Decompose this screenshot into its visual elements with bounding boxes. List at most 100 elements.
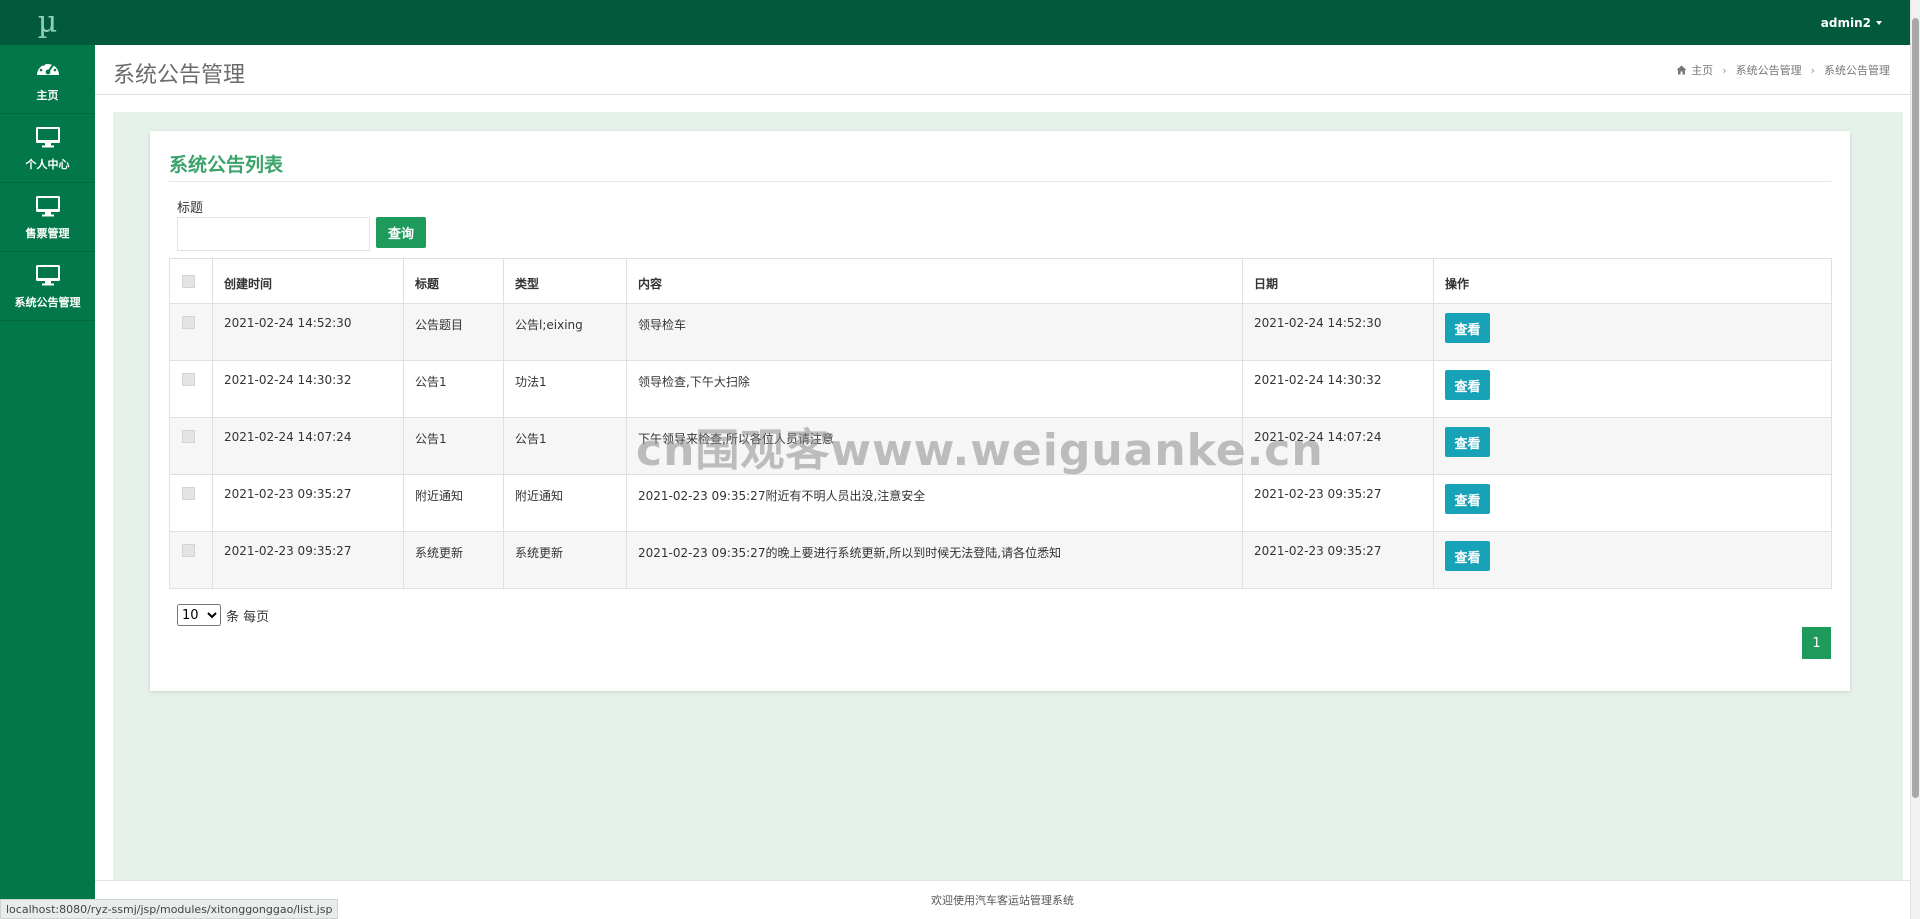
row-select-cell (169, 360, 213, 418)
page-title: 系统公告管理 (113, 63, 246, 88)
select-all-checkbox[interactable] (182, 275, 195, 288)
column-header[interactable]: 日期 (1242, 258, 1434, 304)
view-button[interactable]: 查看 (1445, 484, 1490, 514)
cell-created-time: 2021-02-23 09:35:27 (212, 474, 404, 532)
username: admin2 (1820, 15, 1871, 30)
cell-actions: 查看 (1433, 360, 1832, 418)
cell-actions: 查看 (1433, 417, 1832, 475)
cell-type: 系统更新 (503, 531, 627, 589)
row-checkbox[interactable] (182, 316, 195, 329)
column-header[interactable]: 创建时间 (212, 258, 404, 304)
cell-actions: 查看 (1433, 531, 1832, 589)
breadcrumb-item-current: 系统公告管理 (1824, 64, 1890, 77)
sidebar-item-personal-center[interactable]: 个人中心 (0, 114, 95, 183)
view-button[interactable]: 查看 (1445, 370, 1490, 400)
cell-title: 公告1 (403, 417, 504, 475)
column-header[interactable]: 标题 (403, 258, 504, 304)
footer: 欢迎使用汽车客运站管理系统 (95, 880, 1910, 919)
cell-actions: 查看 (1433, 474, 1832, 532)
status-bar-url: localhost:8080/ryz-ssmj/jsp/modules/xito… (0, 899, 339, 919)
sidebar-item-label: 个人中心 (25, 158, 70, 171)
sidebar-item-announcement-management[interactable]: 系统公告管理 (0, 252, 95, 321)
cell-created-time: 2021-02-24 14:07:24 (212, 417, 404, 475)
page-scrollbar[interactable] (1910, 0, 1920, 919)
sidebar-item-home[interactable]: 主页 (0, 45, 95, 114)
cell-content: 2021-02-23 09:35:27的晚上要进行系统更新,所以到时候无法登陆,… (626, 531, 1243, 589)
table-row: 2021-02-23 09:35:27 附近通知 附近通知 2021-02-23… (169, 474, 1832, 532)
view-button[interactable]: 查看 (1445, 427, 1490, 457)
row-checkbox[interactable] (182, 487, 195, 500)
sidebar-item-ticket-management[interactable]: 售票管理 (0, 183, 95, 252)
announcement-list-card: 系统公告列表 标题 查询 创建时间 标题 类型 内容 日期 操作 2021-02… (150, 131, 1850, 691)
row-checkbox[interactable] (182, 373, 195, 386)
watermark-text: cn围观客www.weiguanke.cn (636, 425, 1324, 476)
chevron-right-icon: › (1722, 63, 1727, 77)
breadcrumb-item[interactable]: 系统公告管理 (1736, 62, 1802, 78)
cell-created-time: 2021-02-23 09:35:27 (212, 531, 404, 589)
title-search-input[interactable] (177, 217, 370, 251)
pagination-page-button[interactable]: 1 (1802, 627, 1831, 659)
breadcrumb-home-label: 主页 (1691, 64, 1714, 77)
cell-title: 公告题目 (403, 303, 504, 361)
monitor-icon (35, 262, 61, 288)
search-button[interactable]: 查询 (376, 217, 426, 248)
view-button[interactable]: 查看 (1445, 313, 1490, 343)
app-logo[interactable]: µ (0, 0, 95, 45)
sidebar-item-label: 售票管理 (25, 227, 70, 240)
row-checkbox[interactable] (182, 544, 195, 557)
search-label: 标题 (177, 201, 204, 216)
table-row: 2021-02-24 14:30:32 公告1 功法1 领导检查,下午大扫除 2… (169, 360, 1832, 418)
monitor-icon (35, 193, 61, 219)
row-select-cell (169, 531, 213, 589)
cell-date: 2021-02-23 09:35:27 (1242, 531, 1434, 589)
row-checkbox[interactable] (182, 430, 195, 443)
select-all-cell (169, 258, 213, 304)
view-button[interactable]: 查看 (1445, 541, 1490, 571)
cell-type: 附近通知 (503, 474, 627, 532)
cell-created-time: 2021-02-24 14:30:32 (212, 360, 404, 418)
cell-type: 公告1 (503, 417, 627, 475)
cell-title: 附近通知 (403, 474, 504, 532)
table-header-row: 创建时间 标题 类型 内容 日期 操作 (169, 258, 1832, 304)
cell-date: 2021-02-24 14:30:32 (1242, 360, 1434, 418)
divider (169, 181, 1831, 182)
cell-title: 公告1 (403, 360, 504, 418)
home-icon (1676, 65, 1687, 75)
card-title: 系统公告列表 (169, 154, 284, 176)
page-size-select[interactable]: 10 (177, 604, 221, 626)
row-select-cell (169, 417, 213, 475)
cell-title: 系统更新 (403, 531, 504, 589)
sidebar-item-label: 主页 (36, 89, 59, 102)
chevron-right-icon: › (1810, 63, 1815, 77)
cell-type: 功法1 (503, 360, 627, 418)
top-header: admin2 (95, 0, 1910, 45)
sidebar-item-label: 系统公告管理 (14, 296, 81, 309)
sidebar: µ 主页 个人中心 售票管理 系统公告管理 (0, 0, 95, 919)
footer-text: 欢迎使用汽车客运站管理系统 (931, 894, 1074, 907)
title-bar: 系统公告管理 主页 › 系统公告管理 › 系统公告管理 (95, 45, 1910, 95)
page-size-control: 10 条 每页 (177, 604, 269, 626)
page-size-suffix: 条 每页 (226, 609, 270, 625)
table-row: 2021-02-23 09:35:27 系统更新 系统更新 2021-02-23… (169, 531, 1832, 589)
row-select-cell (169, 303, 213, 361)
breadcrumb-home[interactable]: 主页 (1676, 62, 1713, 78)
table-row: 2021-02-24 14:52:30 公告题目 公告l;eixing 领导检车… (169, 303, 1832, 361)
column-header: 操作 (1433, 258, 1832, 304)
user-menu[interactable]: admin2 (1821, 0, 1882, 45)
cell-date: 2021-02-24 14:52:30 (1242, 303, 1434, 361)
column-header[interactable]: 类型 (503, 258, 627, 304)
row-select-cell (169, 474, 213, 532)
cell-type: 公告l;eixing (503, 303, 627, 361)
dashboard-icon (35, 55, 61, 81)
caret-down-icon (1876, 20, 1882, 25)
cell-date: 2021-02-23 09:35:27 (1242, 474, 1434, 532)
cell-content: 2021-02-23 09:35:27附近有不明人员出没,注意安全 (626, 474, 1243, 532)
cell-created-time: 2021-02-24 14:52:30 (212, 303, 404, 361)
scrollbar-thumb[interactable] (1912, 18, 1919, 798)
monitor-icon (35, 124, 61, 150)
column-header[interactable]: 内容 (626, 258, 1243, 304)
cell-content: 领导检查,下午大扫除 (626, 360, 1243, 418)
breadcrumb: 主页 › 系统公告管理 › 系统公告管理 (1676, 62, 1890, 78)
cell-content: 领导检车 (626, 303, 1243, 361)
cell-actions: 查看 (1433, 303, 1832, 361)
